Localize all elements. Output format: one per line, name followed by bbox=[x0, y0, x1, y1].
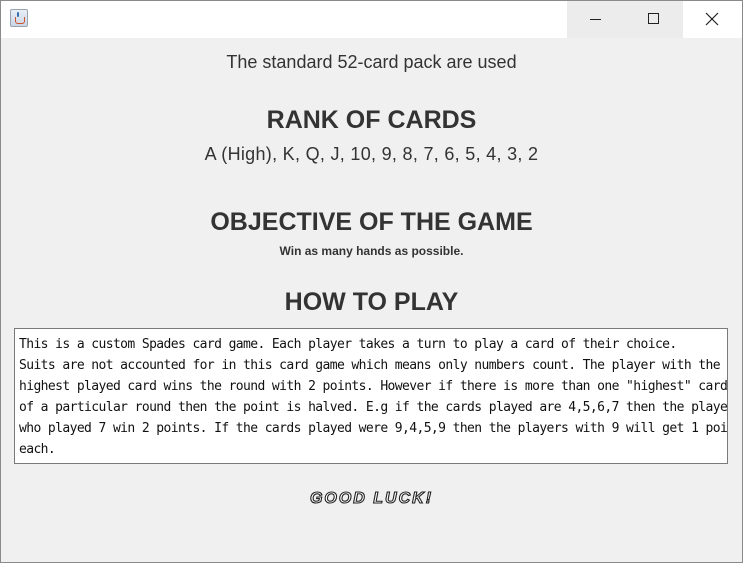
how-to-play-line: of a particular round then the point is … bbox=[19, 400, 728, 415]
rank-heading: RANK OF CARDS bbox=[266, 106, 477, 134]
rank-list: A (High), K, Q, J, 10, 9, 8, 7, 6, 5, 4,… bbox=[204, 144, 539, 164]
intro-text: The standard 52-card pack are used bbox=[226, 52, 517, 72]
close-icon bbox=[705, 12, 719, 26]
close-button[interactable] bbox=[683, 1, 741, 38]
how-to-play-line: highest played card wins the round with … bbox=[19, 379, 728, 394]
how-to-play-heading: HOW TO PLAY bbox=[284, 288, 459, 316]
title-bar[interactable] bbox=[1, 1, 742, 38]
minimize-button[interactable] bbox=[567, 1, 625, 38]
maximize-button[interactable] bbox=[625, 1, 683, 38]
how-to-play-line: each. bbox=[19, 442, 56, 457]
rules-window: The standard 52-card pack are used RANK … bbox=[0, 0, 743, 563]
maximize-icon bbox=[648, 13, 659, 24]
how-to-play-line: who played 7 win 2 points. If the cards … bbox=[19, 421, 728, 436]
how-to-play-text-area[interactable]: This is a custom Spades card game. Each … bbox=[14, 328, 728, 464]
java-cup-icon[interactable] bbox=[10, 9, 28, 27]
how-to-play-line: This is a custom Spades card game. Each … bbox=[19, 337, 677, 352]
good-luck-label: GOOD LUCK! bbox=[309, 489, 434, 507]
objective-heading: OBJECTIVE OF THE GAME bbox=[210, 208, 533, 236]
rules-content: The standard 52-card pack are used RANK … bbox=[1, 38, 742, 562]
how-to-play-line: Suits are not accounted for in this card… bbox=[19, 358, 721, 373]
objective-text: Win as many hands as possible. bbox=[279, 244, 464, 258]
minimize-icon bbox=[590, 19, 601, 20]
